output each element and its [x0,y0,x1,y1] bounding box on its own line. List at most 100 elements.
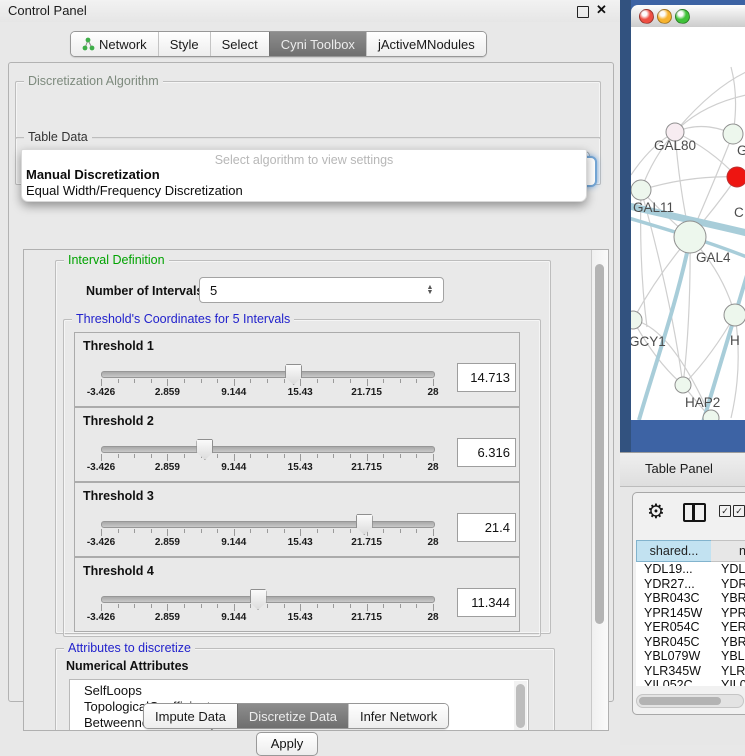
tab-impute-data[interactable]: Impute Data [144,704,237,728]
threshold-value-field[interactable]: 6.316 [457,438,516,467]
cell-name[interactable]: YIL0 [721,678,745,686]
slider-track[interactable] [101,371,435,378]
number-of-intervals-combobox[interactable]: 5 ▲▼ [199,277,444,303]
cell-shared-name[interactable]: YPR145W [644,606,702,620]
threshold-value-field[interactable]: 11.344 [457,588,516,617]
slider-handle[interactable] [196,439,213,460]
main-scrollbar-thumb[interactable] [595,264,604,624]
minimize-traffic-light-icon[interactable] [657,9,672,24]
slider-tick [118,454,119,458]
algorithm-popup-prompt: Select algorithm to view settings [22,153,586,167]
threshold-label: Threshold 2 [83,414,154,428]
table-row[interactable]: YDL19... YDL1 [636,562,745,577]
node-attribute-table[interactable]: shared... na YDL19...YDL1YDR27...YDR2YBR… [636,540,745,686]
cell-name[interactable]: YER0 [721,620,745,634]
slider-tick-label: 15.43 [288,462,313,473]
column-header-name[interactable]: na [711,540,745,562]
tab-infer-network[interactable]: Infer Network [348,704,448,728]
network-node-gal4[interactable] [674,221,706,253]
algorithm-option[interactable]: Manual Discretization [25,167,583,183]
table-row[interactable]: YLR345W YLR3 [636,664,745,679]
cell-shared-name[interactable]: YBL079W [644,649,700,663]
threshold-panel: Threshold 2-3.4262.8599.14415.4321.71528… [74,407,520,482]
table-row[interactable]: YIL052C YIL0 [636,678,745,686]
slider-tick [217,379,218,383]
cell-name[interactable]: YDL1 [721,562,745,576]
table-hscrollbar-thumb[interactable] [639,697,721,705]
split-panel-icon[interactable] [683,503,706,522]
cell-name[interactable]: YLR3 [721,664,745,678]
checkbox-icon[interactable]: ✓ [719,505,731,517]
tab-jactivemnodules[interactable]: jActiveMNodules [366,32,486,56]
slider-tick [350,379,351,383]
gear-icon[interactable]: ⚙ [647,499,665,524]
table-row[interactable]: YBL079W YBL0 [636,649,745,664]
slider-track[interactable] [101,596,435,603]
slider-tick [383,379,384,383]
slider-tick-label: 2.859 [155,462,180,473]
tab-network[interactable]: Network [71,32,158,56]
zoom-traffic-light-icon[interactable] [675,9,690,24]
network-edge [683,315,735,385]
network-node-gcy1[interactable] [631,311,642,329]
slider-tick [317,379,318,383]
cell-shared-name[interactable]: YDL19... [644,562,693,576]
cell-shared-name[interactable]: YDR27... [644,577,695,591]
slider-tick [217,454,218,458]
network-node-gal[interactable] [723,124,743,144]
checkbox-icon[interactable]: ✓ [733,505,745,517]
tab-cyni-toolbox[interactable]: Cyni Toolbox [269,32,366,56]
network-node-gal11[interactable] [631,180,651,200]
attributes-scrollbar[interactable] [514,681,527,731]
slider-tick [284,454,285,458]
table-row[interactable]: YPR145W YPR1 [636,606,745,621]
slider-track[interactable] [101,521,435,528]
tab-discretize-data[interactable]: Discretize Data [237,704,348,728]
slider-tick-label: 9.144 [221,462,246,473]
slider-tick [433,379,434,386]
network-node-hap2[interactable] [675,377,691,393]
tab-select[interactable]: Select [210,32,269,56]
network-node-label: GCY1 [631,334,666,349]
close-icon[interactable]: ✕ [596,2,607,18]
table-row[interactable]: YBR045C YBR0 [636,635,745,650]
tab-label: Discretize Data [249,709,337,724]
float-window-icon[interactable] [577,6,589,18]
slider-tick-label: -3.426 [87,537,115,548]
apply-button[interactable]: Apply [256,732,318,756]
threshold-value-field[interactable]: 14.713 [457,363,516,392]
cell-shared-name[interactable]: YLR345W [644,664,701,678]
tab-style[interactable]: Style [158,32,210,56]
slider-handle[interactable] [356,514,373,535]
network-node-label: GAL80 [654,138,696,153]
close-traffic-light-icon[interactable] [639,9,654,24]
cell-shared-name[interactable]: YBR045C [644,635,700,649]
table-row[interactable]: YER054C YER0 [636,620,745,635]
main-vertical-scrollbar[interactable] [591,250,608,730]
cell-name[interactable]: YDR2 [721,577,745,591]
column-header-shared-name[interactable]: shared... [636,540,712,562]
network-window-titlebar[interactable] [631,5,745,28]
attribute-item[interactable]: SelfLoops [70,683,528,699]
cell-name[interactable]: YBR0 [721,635,745,649]
slider-track[interactable] [101,446,435,453]
table-row[interactable]: YDR27... YDR2 [636,577,745,592]
cell-shared-name[interactable]: YER054C [644,620,700,634]
network-node-h[interactable] [724,304,745,326]
network-node[interactable] [727,167,745,187]
table-row[interactable]: YBR043C YBR0 [636,591,745,606]
slider-tick [367,454,368,461]
slider-handle[interactable] [250,589,267,610]
attributes-scrollbar-thumb[interactable] [516,684,525,728]
cell-name[interactable]: YBR0 [721,591,745,605]
cell-name[interactable]: YBL0 [721,649,745,663]
cell-shared-name[interactable]: YBR043C [644,591,700,605]
slider-tick [284,604,285,608]
table-horizontal-scrollbar[interactable] [636,694,744,708]
threshold-value-field[interactable]: 21.4 [457,513,516,542]
algorithm-option[interactable]: Equal Width/Frequency Discretization [25,183,583,199]
network-canvas[interactable]: GAL80GALGAL11GAL4GCY1HHAP2C [631,27,745,420]
cell-name[interactable]: YPR1 [721,606,745,620]
slider-tick [134,529,135,533]
cell-shared-name[interactable]: YIL052C [644,678,693,686]
